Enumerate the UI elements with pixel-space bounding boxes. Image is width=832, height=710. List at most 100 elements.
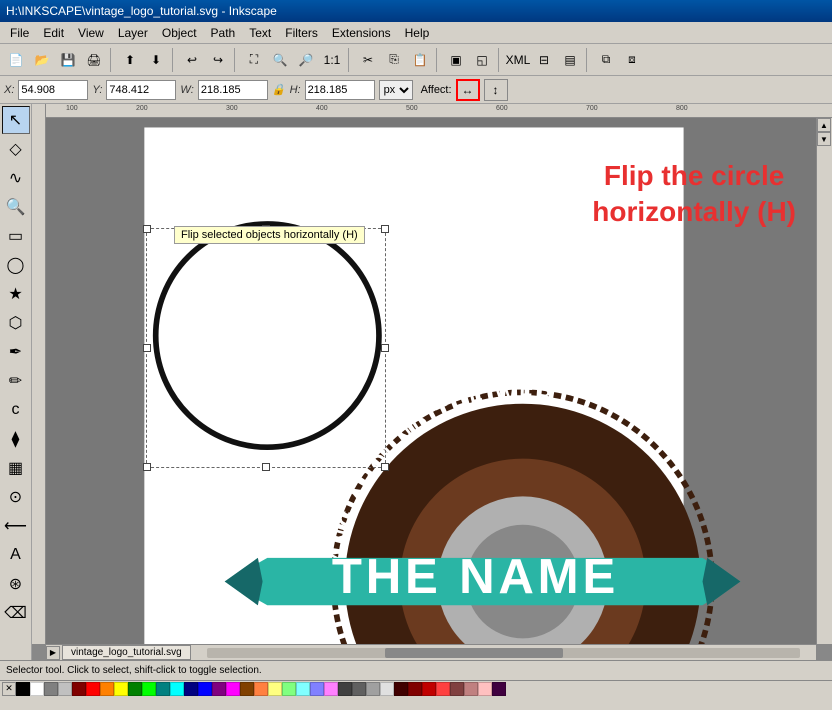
open-button[interactable]: 📂 <box>30 48 54 72</box>
menu-item-extensions[interactable]: Extensions <box>326 25 397 41</box>
ungroup-button[interactable]: ⧈ <box>620 48 644 72</box>
tool-bucket[interactable]: ⧫ <box>2 425 30 453</box>
tool-rect[interactable]: ▭ <box>2 222 30 250</box>
color-swatch[interactable] <box>254 682 268 696</box>
color-swatch[interactable] <box>142 682 156 696</box>
handle-tr[interactable] <box>381 225 389 233</box>
menu-item-object[interactable]: Object <box>156 25 203 41</box>
color-swatch[interactable] <box>492 682 506 696</box>
color-swatch[interactable] <box>436 682 450 696</box>
zoom-fit-button[interactable]: ⛶ <box>242 48 266 72</box>
scroll-down-btn[interactable]: ▼ <box>817 132 831 146</box>
affect-btn1[interactable]: ↔ <box>456 79 480 101</box>
align-button[interactable]: ⊟ <box>532 48 556 72</box>
new-button[interactable]: 📄 <box>4 48 28 72</box>
tool-pen[interactable]: ✒ <box>2 338 30 366</box>
group-button[interactable]: ⧉ <box>594 48 618 72</box>
color-swatch[interactable] <box>268 682 282 696</box>
handle-br[interactable] <box>381 463 389 471</box>
tool-ellipse[interactable]: ◯ <box>2 251 30 279</box>
color-swatch[interactable] <box>338 682 352 696</box>
h-input[interactable] <box>305 80 375 100</box>
tool-eraser[interactable]: ⌫ <box>2 599 30 627</box>
color-swatch[interactable] <box>394 682 408 696</box>
redo-button[interactable]: ↪ <box>206 48 230 72</box>
menu-item-help[interactable]: Help <box>399 25 436 41</box>
scroll-up-btn[interactable]: ▲ <box>817 118 831 132</box>
undo-button[interactable]: ↩ <box>180 48 204 72</box>
zoom-out-button[interactable]: 🔎 <box>294 48 318 72</box>
print-button[interactable]: 🖨 <box>82 48 106 72</box>
cut-button[interactable]: ✂ <box>356 48 380 72</box>
save-button[interactable]: 💾 <box>56 48 80 72</box>
color-swatch[interactable] <box>170 682 184 696</box>
color-swatch[interactable] <box>478 682 492 696</box>
expand-btn[interactable]: ▶ <box>46 646 60 660</box>
handle-ml[interactable] <box>143 344 151 352</box>
scrollbar-bottom[interactable]: ▶ vintage_logo_tutorial.svg <box>46 644 816 660</box>
x-input[interactable] <box>18 80 88 100</box>
handle-tl[interactable] <box>143 225 151 233</box>
color-swatch[interactable] <box>296 682 310 696</box>
color-swatch[interactable] <box>128 682 142 696</box>
menu-item-view[interactable]: View <box>72 25 110 41</box>
color-swatch[interactable] <box>16 682 30 696</box>
menu-item-text[interactable]: Text <box>243 25 277 41</box>
color-swatch[interactable] <box>184 682 198 696</box>
y-input[interactable] <box>106 80 176 100</box>
import-button[interactable]: ⬆ <box>118 48 142 72</box>
menu-item-layer[interactable]: Layer <box>112 25 154 41</box>
no-color-btn[interactable]: ✕ <box>2 682 16 696</box>
tab-file[interactable]: vintage_logo_tutorial.svg <box>62 645 191 660</box>
color-swatch[interactable] <box>58 682 72 696</box>
color-swatch[interactable] <box>380 682 394 696</box>
color-swatch[interactable] <box>282 682 296 696</box>
tool-pencil[interactable]: ✏ <box>2 367 30 395</box>
color-swatch[interactable] <box>30 682 44 696</box>
w-input[interactable] <box>198 80 268 100</box>
color-swatch[interactable] <box>44 682 58 696</box>
canvas[interactable]: HANG AROUND THE WEB SINCE 2016 THE NAME <box>46 118 816 644</box>
h-scroll-track[interactable] <box>207 648 800 658</box>
menu-item-file[interactable]: File <box>4 25 35 41</box>
h-scroll-thumb[interactable] <box>385 648 563 658</box>
menu-item-filters[interactable]: Filters <box>279 25 324 41</box>
zoom-in-button[interactable]: 🔍 <box>268 48 292 72</box>
color-swatch[interactable] <box>86 682 100 696</box>
zoom100-button[interactable]: 1:1 <box>320 48 344 72</box>
color-swatch[interactable] <box>422 682 436 696</box>
color-swatch[interactable] <box>310 682 324 696</box>
paste-button[interactable]: 📋 <box>408 48 432 72</box>
color-swatch[interactable] <box>324 682 338 696</box>
tool-dropper[interactable]: ⊙ <box>2 483 30 511</box>
handle-bl[interactable] <box>143 463 151 471</box>
menu-item-path[interactable]: Path <box>205 25 242 41</box>
color-swatch[interactable] <box>198 682 212 696</box>
color-swatch[interactable] <box>114 682 128 696</box>
color-swatch[interactable] <box>72 682 86 696</box>
color-swatch[interactable] <box>366 682 380 696</box>
handle-mr[interactable] <box>381 344 389 352</box>
scrollbar-right[interactable]: ▲ ▼ <box>816 118 832 644</box>
stroke-button[interactable]: ◱ <box>470 48 494 72</box>
export-button[interactable]: ⬇ <box>144 48 168 72</box>
tool-star[interactable]: ★ <box>2 280 30 308</box>
layers-button[interactable]: ▤ <box>558 48 582 72</box>
tool-node[interactable]: ◇ <box>2 135 30 163</box>
affect-btn2[interactable]: ↕ <box>484 79 508 101</box>
color-swatch[interactable] <box>464 682 478 696</box>
xml-button[interactable]: XML <box>506 48 530 72</box>
color-swatch[interactable] <box>408 682 422 696</box>
tool-text-tool[interactable]: A <box>2 541 30 569</box>
menu-item-edit[interactable]: Edit <box>37 25 70 41</box>
handle-bm[interactable] <box>262 463 270 471</box>
color-swatch[interactable] <box>156 682 170 696</box>
color-swatch[interactable] <box>240 682 254 696</box>
color-swatch[interactable] <box>450 682 464 696</box>
copy-button[interactable]: ⎘ <box>382 48 406 72</box>
tool-calligraphy[interactable]: c <box>2 396 30 424</box>
color-swatch[interactable] <box>212 682 226 696</box>
fill-button[interactable]: ▣ <box>444 48 468 72</box>
tool-spray[interactable]: ⊛ <box>2 570 30 598</box>
tool-connector[interactable]: ⟵ <box>2 512 30 540</box>
